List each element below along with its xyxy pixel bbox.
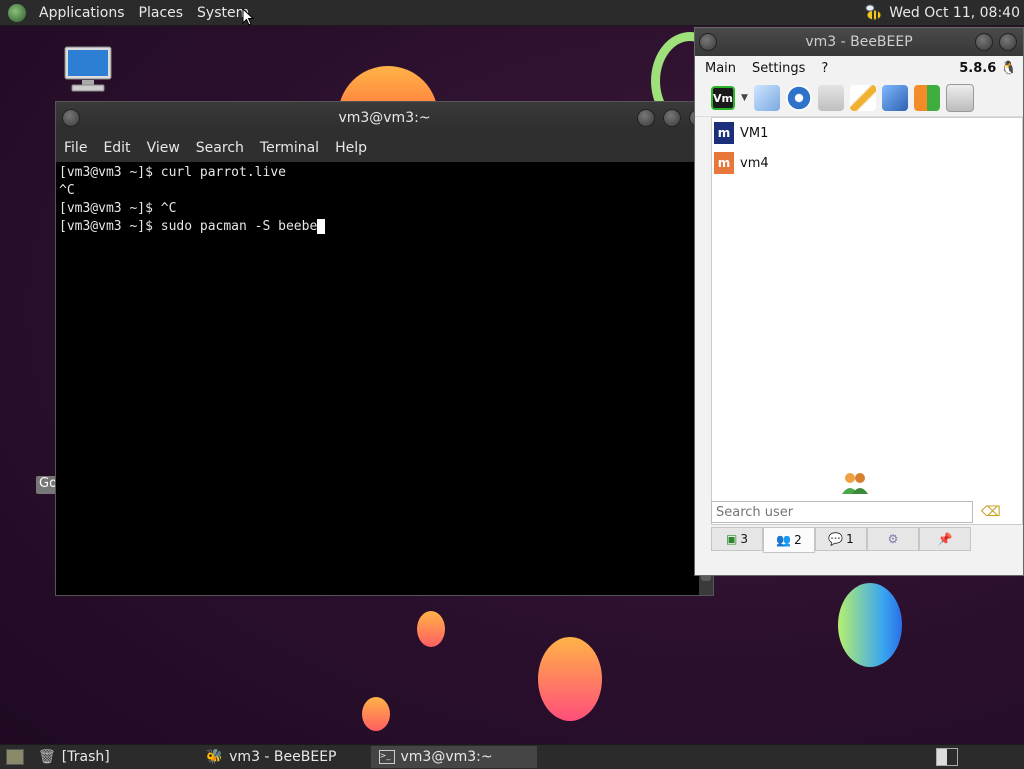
tab-computers[interactable]: ▣ 3 (711, 527, 763, 551)
trash-icon: 🗑 (38, 749, 56, 765)
pencil-icon[interactable] (849, 85, 876, 111)
beebeep-window: vm3 - BeeBEEP Main Settings ? 5.8.6 🐧 Vm… (694, 27, 1024, 576)
taskbar-terminal[interactable]: >_ vm3@vm3:~ (370, 746, 537, 768)
distro-logo-icon[interactable] (8, 3, 26, 22)
chevron-down-icon[interactable]: ▼ (741, 93, 748, 103)
bubble-decoration (417, 611, 445, 647)
version-label: 5.8.6 🐧 (959, 60, 1017, 76)
clear-search-icon[interactable]: ⌫ (981, 504, 1001, 520)
menu-terminal[interactable]: Terminal (252, 140, 327, 156)
bottom-panel: 🗑 [Trash] 🐝 vm3 - BeeBEEP >_ vm3@vm3:~ (0, 744, 1024, 769)
tab-chats[interactable]: 💬 1 (815, 527, 867, 551)
tab-shares[interactable]: 📌 (919, 527, 971, 551)
menu-file[interactable]: File (56, 140, 95, 156)
terminal-title: vm3@vm3:~ (338, 110, 431, 126)
minimize-button[interactable] (637, 109, 655, 127)
menu-help[interactable]: ? (811, 61, 834, 76)
menu-search[interactable]: Search (188, 140, 252, 156)
update-icon[interactable] (913, 85, 940, 111)
trash-icon[interactable] (945, 84, 974, 112)
terminal-menubar: File Edit View Search Terminal Help (56, 134, 713, 162)
beebeep-tray-icon[interactable] (863, 4, 883, 22)
maximize-button[interactable] (663, 109, 681, 127)
beebeep-toolbar: Vm ▼ (695, 80, 1023, 117)
taskbar-trash[interactable]: 🗑 [Trash] (30, 746, 118, 768)
terminal-window: vm3@vm3:~ File Edit View Search Terminal… (55, 101, 714, 596)
bubble-decoration (362, 697, 390, 731)
terminal-cursor (317, 219, 326, 234)
group-icon[interactable] (817, 85, 844, 111)
minimize-button[interactable] (975, 33, 993, 51)
terminal-titlebar[interactable]: vm3@vm3:~ (56, 102, 713, 134)
tab-users[interactable]: 👥 2 (763, 527, 815, 553)
terminal-input-line: [vm3@vm3 ~]$ sudo pacman -S beebe (59, 218, 696, 236)
desktop-icon (6, 749, 24, 765)
taskbar-beebeep[interactable]: 🐝 vm3 - BeeBEEP (198, 746, 345, 768)
tools-icon[interactable] (881, 85, 908, 111)
beebeep-title: vm3 - BeeBEEP (805, 34, 913, 50)
edit-profile-icon[interactable] (753, 85, 780, 111)
maximize-button[interactable] (999, 33, 1017, 51)
menu-help[interactable]: Help (327, 140, 375, 156)
window-menu-button[interactable] (699, 33, 717, 51)
menu-edit[interactable]: Edit (95, 140, 138, 156)
network-icon[interactable] (785, 85, 812, 111)
user-list-item[interactable]: m vm4 (712, 148, 1022, 178)
computer-desktop-icon[interactable] (62, 45, 114, 93)
terminal-icon: >_ (378, 750, 395, 764)
window-menu-button[interactable] (62, 109, 80, 127)
user-name: VM1 (740, 125, 769, 141)
workspace-switcher[interactable] (936, 748, 958, 766)
user-name: vm4 (740, 155, 769, 171)
menu-settings[interactable]: Settings (742, 61, 811, 76)
status-icon[interactable]: Vm (711, 86, 735, 110)
beebeep-menubar: Main Settings ? 5.8.6 🐧 (695, 56, 1023, 80)
terminal-output[interactable]: [vm3@vm3 ~]$ curl parrot.live ^C [vm3@vm3 … (56, 162, 699, 595)
groups-icon: ⚙ (887, 532, 899, 546)
computer-icon: ▣ (726, 532, 738, 546)
user-list-item[interactable]: m VM1 (712, 118, 1022, 148)
terminal-line: [vm3@vm3 ~]$ ^C (59, 201, 177, 216)
user-avatar: m (714, 152, 734, 174)
terminal-current-command: [vm3@vm3 ~]$ sudo pacman -S beebe (59, 219, 318, 234)
search-row: ⌫ (711, 498, 1023, 526)
menu-applications[interactable]: Applications (32, 5, 132, 21)
linux-tux-icon: 🐧 (1000, 60, 1017, 76)
tab-groups[interactable]: ⚙ (867, 527, 919, 551)
show-desktop-button[interactable] (0, 746, 30, 768)
user-list: m VM1 m vm4 (711, 117, 1023, 525)
bubble-decoration (538, 637, 602, 721)
chat-icon: 💬 (828, 532, 844, 546)
bubble-decoration (838, 583, 902, 667)
beebeep-titlebar[interactable]: vm3 - BeeBEEP (695, 28, 1023, 56)
users-icon (842, 473, 868, 494)
clock[interactable]: Wed Oct 11, 08:40 (889, 5, 1020, 21)
beebeep-tabs: ▣ 3 👥 2 💬 1 ⚙ 📌 (711, 527, 971, 553)
mouse-pointer-icon (242, 8, 254, 26)
terminal-line: ^C (59, 183, 75, 198)
search-user-input[interactable] (711, 501, 973, 523)
users-icon: 👥 (776, 533, 792, 547)
terminal-line: [vm3@vm3 ~]$ curl parrot.live (59, 165, 286, 180)
menu-view[interactable]: View (139, 140, 188, 156)
pin-icon: 📌 (937, 532, 953, 546)
top-panel: Applications Places System Wed Oct 11, 0… (0, 0, 1024, 26)
beebeep-icon: 🐝 (205, 749, 224, 765)
menu-main[interactable]: Main (695, 61, 742, 76)
menu-places[interactable]: Places (132, 5, 191, 21)
user-avatar: m (714, 122, 734, 144)
